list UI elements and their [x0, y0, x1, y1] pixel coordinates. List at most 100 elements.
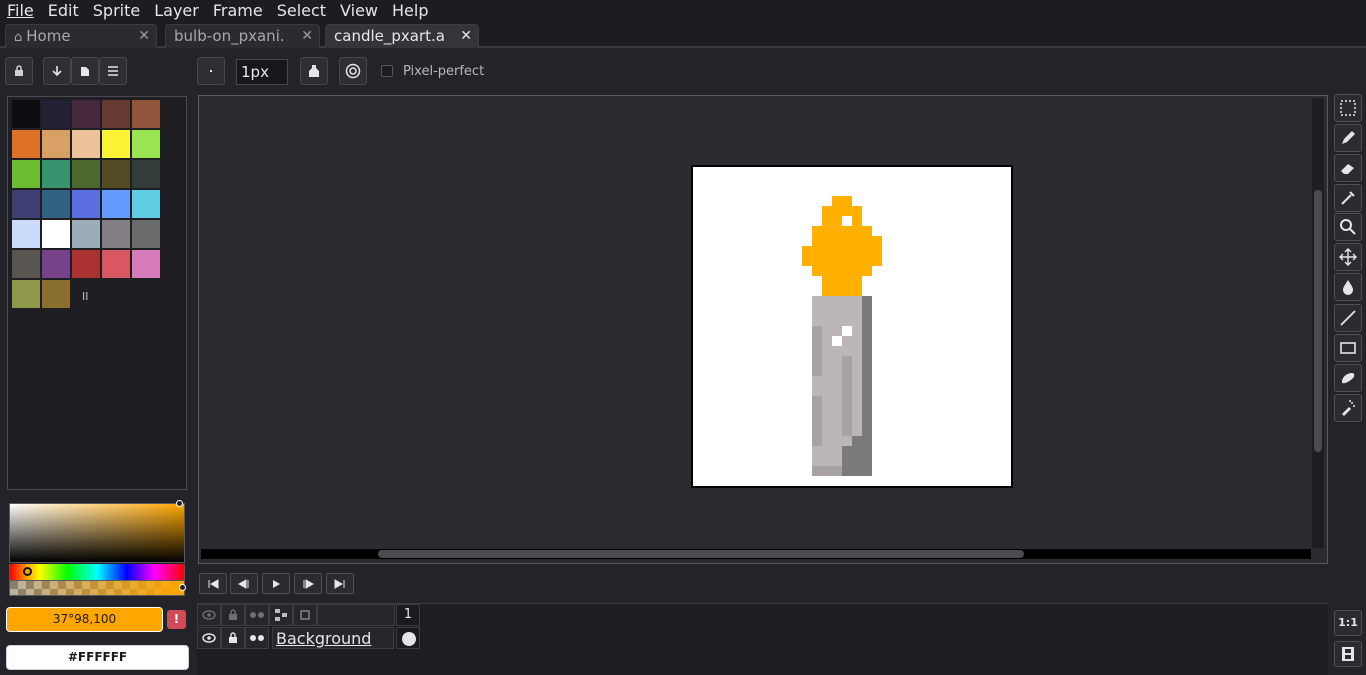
- palette-swatch[interactable]: [41, 189, 71, 219]
- menu-frame[interactable]: Frame: [206, 0, 270, 22]
- palette-options-button[interactable]: [99, 57, 127, 85]
- palette-swatch[interactable]: [41, 249, 71, 279]
- palette-swatch[interactable]: [101, 99, 131, 129]
- palette-swatch[interactable]: [131, 189, 161, 219]
- layer-continuous-toggle[interactable]: [245, 627, 269, 649]
- alpha-slider-handle[interactable]: [179, 584, 186, 591]
- timeline-continuous-header[interactable]: [245, 604, 269, 626]
- previous-frame-button[interactable]: [230, 573, 258, 594]
- palette-swatch[interactable]: [71, 99, 101, 129]
- first-frame-button[interactable]: [199, 573, 227, 594]
- sv-picker-handle[interactable]: [176, 500, 183, 507]
- menu-select[interactable]: Select: [270, 0, 333, 22]
- brush-size-input[interactable]: 1px: [236, 59, 288, 85]
- tab-home[interactable]: ⌂ Home ✕: [5, 24, 157, 48]
- horizontal-scroll-thumb[interactable]: [378, 550, 1024, 558]
- palette-swatch[interactable]: [11, 159, 41, 189]
- palette-swatch[interactable]: [101, 189, 131, 219]
- palette-swatch[interactable]: [41, 159, 71, 189]
- color-warning-button[interactable]: !: [167, 610, 186, 629]
- palette-swatch[interactable]: [71, 159, 101, 189]
- palette-swatch[interactable]: [131, 129, 161, 159]
- palette-swatch[interactable]: [41, 129, 71, 159]
- opacity-button[interactable]: [339, 57, 367, 85]
- bucket-tool[interactable]: [1334, 273, 1362, 301]
- palette-resize-handle[interactable]: II: [82, 290, 89, 303]
- palette-swatch[interactable]: [11, 189, 41, 219]
- palette-swatch[interactable]: [40, 218, 72, 250]
- menu-view[interactable]: View: [333, 0, 385, 22]
- zoom-reset-button[interactable]: 1:1: [1334, 610, 1362, 636]
- palette-swatch[interactable]: [101, 129, 131, 159]
- palette-swatch[interactable]: [131, 219, 161, 249]
- palette-swatch[interactable]: [101, 159, 131, 189]
- palette-swatch[interactable]: [71, 219, 101, 249]
- background-color-button[interactable]: #FFFFFF: [6, 645, 189, 670]
- eraser-icon: [1341, 164, 1354, 174]
- palette-swatch[interactable]: [101, 219, 131, 249]
- close-icon[interactable]: ✕: [460, 25, 472, 47]
- hue-slider[interactable]: [9, 564, 185, 580]
- sprite-pixel-block: [812, 266, 872, 276]
- palette-swatch[interactable]: [41, 99, 71, 129]
- tab-home-label: Home: [26, 27, 71, 45]
- vertical-scroll-thumb[interactable]: [1314, 190, 1322, 452]
- timeline-lock-header[interactable]: [221, 604, 245, 626]
- timeline-options-button[interactable]: [1334, 641, 1362, 667]
- layer-name[interactable]: Background: [272, 627, 394, 649]
- palette-lock-button[interactable]: [5, 57, 33, 85]
- menu-edit[interactable]: Edit: [41, 0, 86, 22]
- palette-swatch[interactable]: [71, 249, 101, 279]
- timeline-groups-header[interactable]: [269, 604, 293, 626]
- timeline-visibility-header[interactable]: [197, 604, 221, 626]
- menu-file[interactable]: File: [0, 0, 41, 22]
- tab-candle[interactable]: candle_pxart.a ✕: [325, 24, 479, 48]
- brush-type-button[interactable]: [197, 57, 225, 85]
- palette-presets-button[interactable]: [71, 57, 99, 85]
- palette-swatch[interactable]: [71, 129, 101, 159]
- alpha-slider[interactable]: [9, 580, 185, 596]
- layer-lock-toggle[interactable]: [221, 627, 245, 649]
- palette-swatch[interactable]: [11, 99, 41, 129]
- saturation-value-picker[interactable]: [9, 503, 185, 563]
- frame-number-header[interactable]: 1: [396, 604, 420, 626]
- palette-swatch[interactable]: [131, 99, 161, 129]
- palette-swatch[interactable]: [11, 219, 41, 249]
- zoom-tool[interactable]: [1334, 213, 1362, 241]
- timeline-onion-header[interactable]: [293, 604, 317, 626]
- palette-swatch[interactable]: [101, 249, 131, 279]
- pixel-perfect-checkbox[interactable]: [381, 65, 393, 77]
- ink-type-button[interactable]: [300, 57, 328, 85]
- palette-swatch[interactable]: [131, 159, 161, 189]
- move-tool[interactable]: [1334, 243, 1362, 271]
- close-icon[interactable]: ✕: [301, 25, 313, 47]
- palette-swatch[interactable]: [131, 249, 161, 279]
- eraser-tool[interactable]: [1334, 154, 1362, 182]
- rectangle-tool[interactable]: [1334, 334, 1362, 362]
- tab-bulb[interactable]: bulb-on_pxani. ✕: [165, 24, 320, 48]
- palette-swatch[interactable]: [11, 249, 41, 279]
- menu-layer[interactable]: Layer: [147, 0, 206, 22]
- palette-swatch[interactable]: [71, 189, 101, 219]
- palette-swatch[interactable]: [11, 129, 41, 159]
- sprite-pixel-block: [862, 296, 872, 466]
- eyedropper-tool[interactable]: [1334, 184, 1362, 212]
- layer-visibility-toggle[interactable]: [197, 627, 221, 649]
- line-tool[interactable]: [1334, 304, 1362, 332]
- last-frame-button[interactable]: [326, 573, 354, 594]
- menu-layer-label: Layer: [154, 1, 199, 20]
- menu-sprite[interactable]: Sprite: [86, 0, 147, 22]
- pencil-tool[interactable]: [1334, 124, 1362, 152]
- contour-tool[interactable]: [1334, 364, 1362, 392]
- palette-sort-button[interactable]: [43, 57, 71, 85]
- blur-tool[interactable]: [1334, 394, 1362, 422]
- palette-swatch[interactable]: [11, 279, 41, 309]
- palette-swatch[interactable]: [41, 279, 71, 309]
- marquee-tool[interactable]: [1334, 94, 1362, 122]
- hue-slider-handle[interactable]: [23, 567, 32, 576]
- next-frame-button[interactable]: [294, 573, 322, 594]
- foreground-color-button[interactable]: 37°98,100: [6, 607, 163, 632]
- play-button[interactable]: [262, 573, 290, 594]
- menu-help[interactable]: Help: [385, 0, 435, 22]
- close-icon[interactable]: ✕: [138, 25, 150, 47]
